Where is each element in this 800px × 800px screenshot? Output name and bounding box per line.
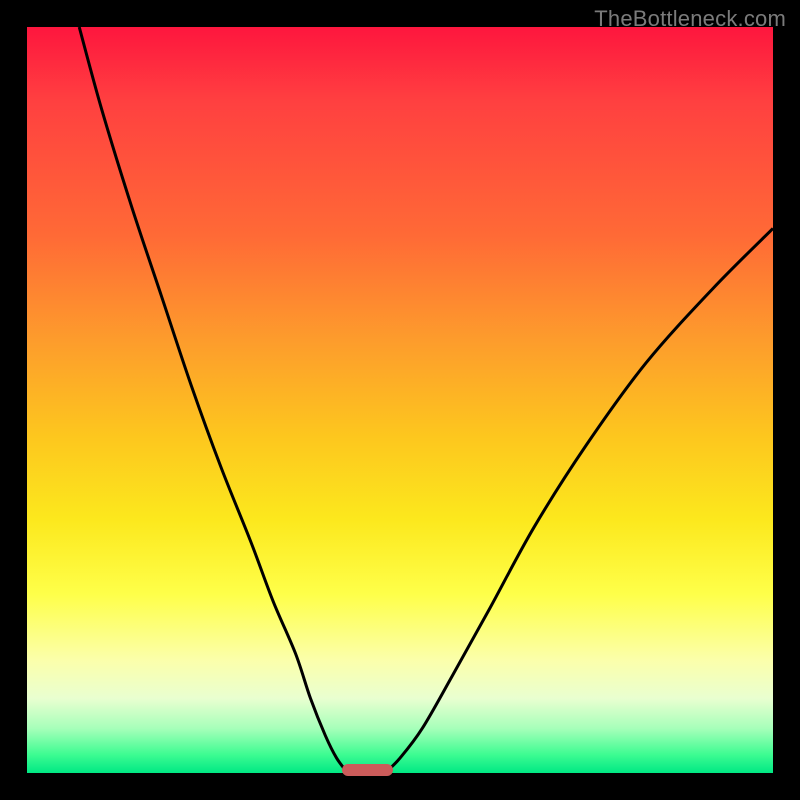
optimal-range-marker bbox=[342, 764, 393, 776]
curve-path bbox=[79, 27, 773, 773]
bottleneck-curve bbox=[27, 27, 773, 773]
plot-area bbox=[27, 27, 773, 773]
image-frame: TheBottleneck.com bbox=[0, 0, 800, 800]
watermark-text: TheBottleneck.com bbox=[594, 6, 786, 32]
